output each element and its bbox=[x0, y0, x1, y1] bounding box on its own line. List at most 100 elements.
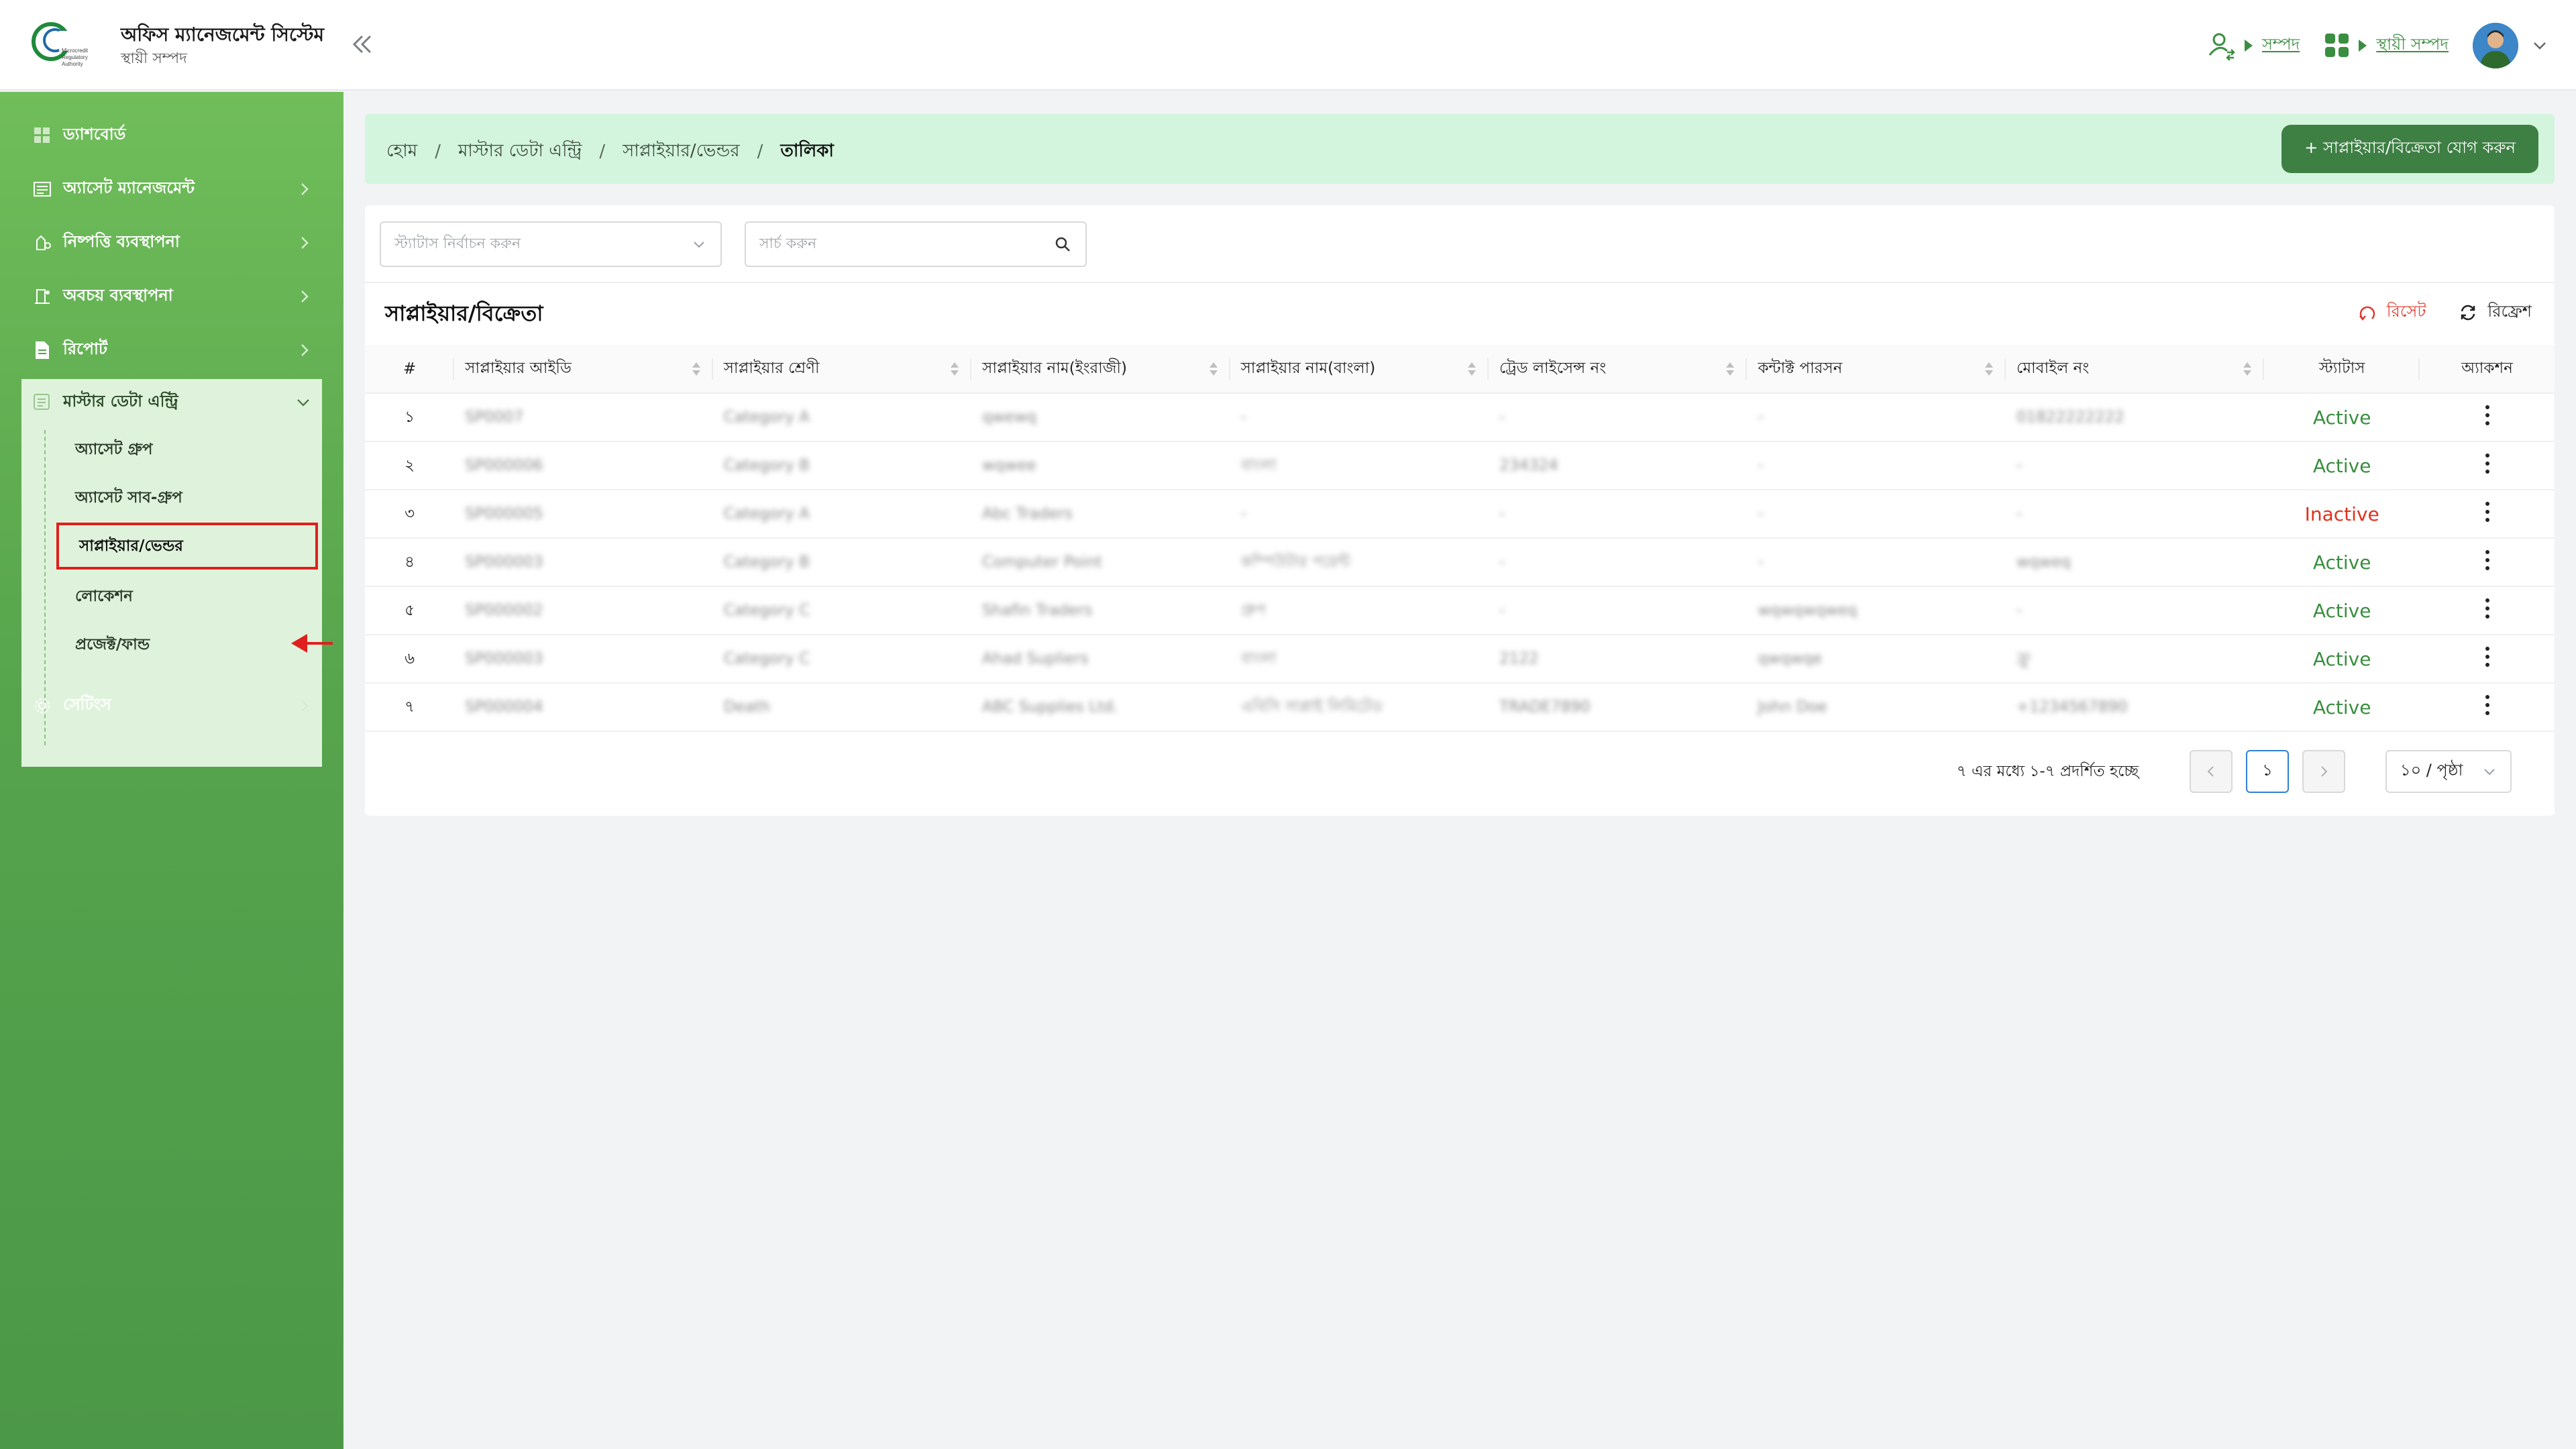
cell-name-bn: এবিসি সাপ্লাই লিমিটেড bbox=[1230, 683, 1489, 732]
dashboard-icon bbox=[32, 125, 52, 146]
cell-index: ৪ bbox=[365, 538, 455, 587]
column-header-mobile[interactable]: মোবাইল নং bbox=[2005, 345, 2265, 394]
page-button-current[interactable]: ১ bbox=[2246, 750, 2289, 793]
cell-license: - bbox=[1489, 490, 1748, 539]
sidebar-subitem-project-fund[interactable]: প্রজেক্ট/ফান্ড bbox=[55, 621, 283, 668]
pagination-info: ৭ এর মধ্যে ১-৭ প্রদর্শিত হচ্ছে bbox=[1956, 762, 2139, 780]
column-header-label: # bbox=[402, 360, 417, 378]
sidebar-item-report[interactable]: রিপোর্ট bbox=[23, 327, 322, 374]
add-supplier-button[interactable]: + সাপ্লাইয়ার/বিক্রেতা যোগ করুন bbox=[2282, 125, 2538, 173]
sort-icon[interactable] bbox=[950, 362, 959, 376]
breadcrumb-separator: / bbox=[757, 142, 763, 162]
sidebar-item-depreciation[interactable]: অবচয় ব্যবস্থাপনা bbox=[23, 273, 322, 320]
more-vertical-icon[interactable] bbox=[2481, 500, 2494, 524]
cell-value: SP0007 bbox=[465, 409, 524, 426]
chevron-right-icon bbox=[301, 183, 309, 195]
cell-id: SP000003 bbox=[454, 538, 713, 587]
sort-icon[interactable] bbox=[2243, 362, 2252, 376]
breadcrumb-separator: / bbox=[435, 142, 441, 162]
column-header-label: সাপ্লাইয়ার আইডি bbox=[465, 360, 572, 377]
sidebar-subitem-location[interactable]: লোকেশন bbox=[55, 573, 283, 620]
column-header-name-english[interactable]: সাপ্লাইয়ার নাম(ইংরাজী) bbox=[971, 345, 1230, 394]
fixed-asset-link-label[interactable]: স্থায়ী সম্পদ bbox=[2376, 32, 2449, 59]
asset-link[interactable]: সম্পদ bbox=[2207, 31, 2300, 60]
sidebar-item-disposal[interactable]: নিষ্পত্তি ব্যবস্থাপনা bbox=[23, 219, 322, 266]
cell-value: TRADE7890 bbox=[1499, 698, 1591, 716]
cell-id: SP000006 bbox=[454, 441, 713, 490]
cell-mobile: - bbox=[2005, 490, 2265, 539]
page-size-label: ১০ / পৃষ্ঠা bbox=[2400, 761, 2463, 780]
cell-status: Inactive bbox=[2264, 490, 2420, 539]
column-header-supplier-category[interactable]: সাপ্লাইয়ার শ্রেণী bbox=[712, 345, 972, 394]
sidebar-item-label: মাস্টার ডেটা এন্ট্রি bbox=[63, 392, 178, 411]
column-header-supplier-id[interactable]: সাপ্লাইয়ার আইডি bbox=[454, 345, 713, 394]
cell-mobile: wqweq bbox=[2005, 538, 2265, 587]
cell-value: SP000003 bbox=[465, 650, 543, 667]
page-size-select[interactable]: ১০ / পৃষ্ঠা bbox=[2385, 750, 2512, 793]
sort-icon[interactable] bbox=[1984, 362, 1994, 376]
breadcrumb-supplier[interactable]: সাপ্লাইয়ার/ভেন্ডর bbox=[623, 137, 739, 166]
more-vertical-icon[interactable] bbox=[2481, 693, 2494, 717]
sidebar-subitem-asset-group[interactable]: অ্যাসেট গ্রুপ bbox=[55, 426, 283, 473]
sidebar-item-asset-management[interactable]: অ্যাসেট ম্যানেজমেন্ট bbox=[23, 166, 322, 213]
sort-icon[interactable] bbox=[1209, 362, 1218, 376]
sort-icon[interactable] bbox=[1467, 362, 1477, 376]
cell-value: Computer Point bbox=[982, 553, 1102, 571]
status-select[interactable]: স্ট্যাটাস নির্বাচন করুন bbox=[380, 221, 722, 267]
column-header-label: কন্টাক্ট পারসন bbox=[1758, 360, 1843, 377]
sidebar-item-label: নিষ্পত্তি ব্যবস্থাপনা bbox=[63, 232, 180, 251]
sidebar-item-settings[interactable]: সেটিংস bbox=[23, 682, 322, 729]
filter-bar: স্ট্যাটাস নির্বাচন করুন সার্চ করুন bbox=[380, 221, 1087, 267]
cell-index: ৬ bbox=[365, 635, 455, 684]
chevron-down-icon bbox=[297, 399, 309, 407]
sidebar-subitem-supplier-vendor[interactable]: সাপ্লাইয়ার/ভেন্ডর bbox=[56, 523, 318, 570]
sort-icon[interactable] bbox=[1725, 362, 1735, 376]
divider bbox=[365, 282, 2555, 283]
sidebar: ড্যাশবোর্ড অ্যাসেট ম্যানেজমেন্ট নিষ্পত্ত… bbox=[0, 92, 343, 1449]
column-header-contact-person[interactable]: কন্টাক্ট পারসন bbox=[1747, 345, 2006, 394]
sidebar-item-dashboard[interactable]: ড্যাশবোর্ড bbox=[23, 112, 322, 159]
more-vertical-icon[interactable] bbox=[2481, 548, 2494, 572]
column-header-label: ট্রেড লাইসেন্স নং bbox=[1499, 360, 1607, 377]
cell-value: বাংলা bbox=[1240, 456, 1277, 474]
cell-value: Shafin Traders bbox=[982, 602, 1093, 619]
cell-id: SP000003 bbox=[454, 635, 713, 684]
cell-name-bn: - bbox=[1230, 490, 1489, 539]
column-header-label: স্ট্যাটাস bbox=[2318, 360, 2365, 377]
cell-value: - bbox=[1499, 602, 1505, 619]
reset-label: রিসেট bbox=[2386, 302, 2426, 321]
cell-license: - bbox=[1489, 586, 1748, 635]
sidebar-subitem-asset-subgroup[interactable]: অ্যাসেট সাব-গ্রুপ bbox=[55, 474, 283, 521]
cell-index: ৫ bbox=[365, 586, 455, 635]
sort-icon[interactable] bbox=[692, 362, 701, 376]
chevron-right-icon bbox=[301, 700, 309, 712]
search-icon[interactable] bbox=[1053, 235, 1072, 254]
collapse-sidebar-icon[interactable] bbox=[349, 30, 376, 59]
breadcrumb-home[interactable]: হোম bbox=[386, 137, 417, 166]
next-page-button[interactable] bbox=[2302, 750, 2345, 793]
cell-value: - bbox=[2016, 602, 2023, 619]
cell-action bbox=[2420, 538, 2555, 587]
more-vertical-icon[interactable] bbox=[2481, 645, 2494, 669]
cell-status: Active bbox=[2264, 441, 2420, 490]
breadcrumb-master-data[interactable]: মাস্টার ডেটা এন্ট্রি bbox=[458, 137, 582, 166]
more-vertical-icon[interactable] bbox=[2481, 596, 2494, 621]
column-header-trade-license[interactable]: ট্রেড লাইসেন্স নং bbox=[1489, 345, 1748, 394]
user-avatar[interactable] bbox=[2473, 23, 2518, 68]
cell-status: Active bbox=[2264, 538, 2420, 587]
prev-page-button[interactable] bbox=[2190, 750, 2233, 793]
refresh-button[interactable]: রিফ্রেশ bbox=[2458, 299, 2532, 326]
status-text: Active bbox=[2312, 696, 2371, 718]
sidebar-item-master-data[interactable]: মাস্টার ডেটা এন্ট্রি bbox=[21, 379, 322, 426]
more-vertical-icon[interactable] bbox=[2481, 451, 2494, 476]
cell-value: 2122 bbox=[1499, 650, 1539, 667]
reset-button[interactable]: রিসেট bbox=[2357, 299, 2426, 326]
search-input[interactable]: সার্চ করুন bbox=[745, 221, 1087, 267]
column-header-name-bangla[interactable]: সাপ্লাইয়ার নাম(বাংলা) bbox=[1230, 345, 1489, 394]
fixed-asset-link[interactable]: স্থায়ী সম্পদ bbox=[2324, 32, 2449, 59]
user-menu-chevron-icon[interactable] bbox=[2530, 36, 2549, 55]
asset-link-label[interactable]: সম্পদ bbox=[2262, 32, 2300, 59]
disposal-icon bbox=[32, 233, 52, 253]
cell-category: Death bbox=[712, 683, 972, 732]
more-vertical-icon[interactable] bbox=[2481, 403, 2494, 427]
